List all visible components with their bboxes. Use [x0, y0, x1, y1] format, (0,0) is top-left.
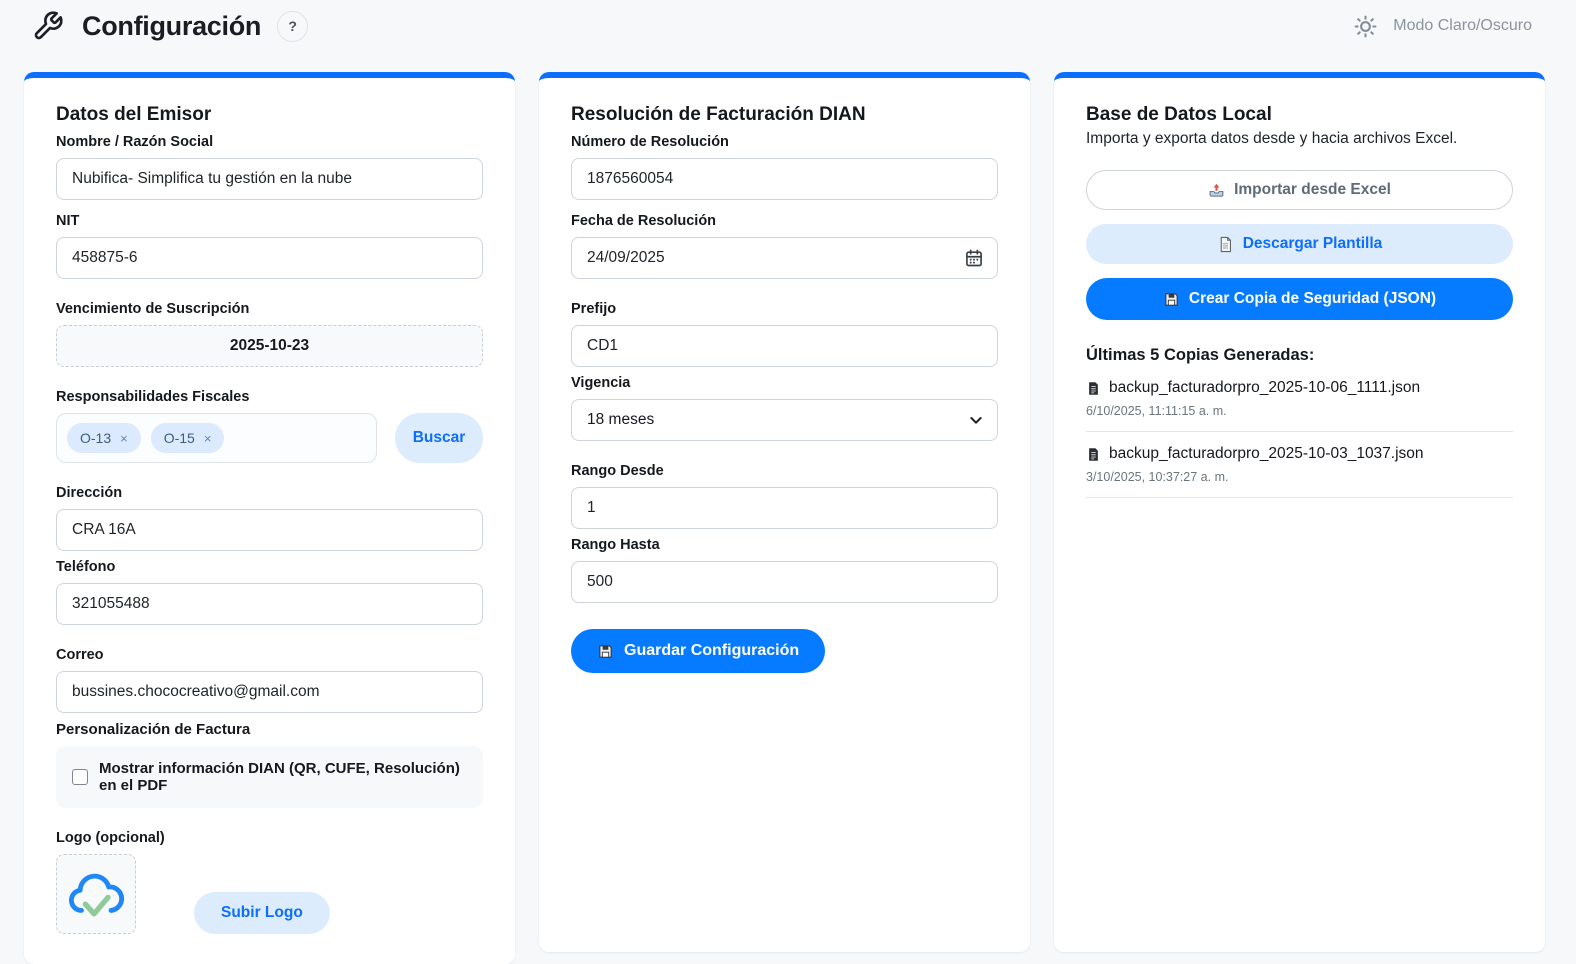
fiscal-chip: O-15 × [151, 423, 225, 453]
backup-filename: backup_facturadorpro_2025-10-03_1037.jso… [1109, 445, 1424, 463]
resolution-date-input[interactable] [571, 237, 998, 279]
subscription-label: Vencimiento de Suscripción [56, 301, 483, 317]
download-template-label: Descargar Plantilla [1243, 235, 1383, 253]
resolution-number-input[interactable] [571, 158, 998, 200]
dian-info-checkbox-label: Mostrar información DIAN (QR, CUFE, Reso… [99, 760, 467, 794]
cards-row: Datos del Emisor Nombre / Razón Social N… [24, 72, 1576, 964]
configuration-page: Configuración ? Modo Claro/Oscuro Datos … [0, 0, 1576, 964]
import-excel-button[interactable]: Importar desde Excel [1086, 170, 1513, 210]
backup-filename: backup_facturadorpro_2025-10-06_1111.jso… [1109, 379, 1420, 397]
calendar-icon[interactable] [964, 248, 984, 268]
logo-label: Logo (opcional) [56, 830, 483, 846]
backup-timestamp: 3/10/2025, 10:37:27 a. m. [1086, 470, 1513, 484]
resolution-card-title: Resolución de Facturación DIAN [571, 104, 998, 126]
nit-input[interactable] [56, 237, 483, 279]
validity-label: Vigencia [571, 375, 998, 391]
dian-info-checkbox-row: Mostrar información DIAN (QR, CUFE, Reso… [56, 746, 483, 808]
invoice-customization-title: Personalización de Factura [56, 721, 483, 738]
chip-remove-icon[interactable]: × [120, 431, 128, 446]
logo-dropzone[interactable] [56, 854, 136, 934]
fiscal-responsibilities-label: Responsabilidades Fiscales [56, 389, 483, 405]
theme-toggle-label: Modo Claro/Oscuro [1393, 17, 1532, 35]
search-fiscal-button[interactable]: Buscar [395, 413, 483, 463]
resolution-number-label: Número de Resolución [571, 134, 998, 150]
upload-logo-button[interactable]: Subir Logo [194, 892, 330, 934]
database-card-title: Base de Datos Local [1086, 104, 1513, 126]
backup-file-icon [1086, 447, 1101, 462]
email-input[interactable] [56, 671, 483, 713]
email-label: Correo [56, 647, 483, 663]
download-template-button[interactable]: Descargar Plantilla [1086, 224, 1513, 264]
range-from-label: Rango Desde [571, 463, 998, 479]
fiscal-row: O-13 × O-15 × Buscar [56, 413, 483, 463]
backup-timestamp: 6/10/2025, 11:11:15 a. m. [1086, 404, 1513, 418]
nit-label: NIT [56, 213, 483, 229]
theme-toggle[interactable]: Modo Claro/Oscuro [1353, 14, 1532, 39]
logo-row: Subir Logo [56, 854, 483, 934]
save-configuration-button[interactable]: Guardar Configuración [571, 629, 825, 673]
backup-file-icon [1086, 381, 1101, 396]
dian-info-checkbox[interactable] [72, 769, 88, 785]
validity-selected-value: 18 meses [587, 411, 654, 429]
save-floppy-icon [597, 643, 614, 660]
emitter-card: Datos del Emisor Nombre / Razón Social N… [24, 72, 515, 964]
wrench-icon [32, 10, 64, 42]
document-icon [1217, 236, 1234, 253]
resolution-card: Resolución de Facturación DIAN Número de… [539, 72, 1030, 952]
page-header: Configuración ? Modo Claro/Oscuro [24, 0, 1576, 48]
chip-remove-icon[interactable]: × [204, 431, 212, 446]
help-button[interactable]: ? [277, 11, 308, 42]
resolution-date-field [571, 237, 998, 279]
backup-filename-row: backup_facturadorpro_2025-10-03_1037.jso… [1086, 445, 1513, 463]
backup-list-item: backup_facturadorpro_2025-10-06_1111.jso… [1086, 379, 1513, 432]
database-card-subtitle: Importa y exporta datos desde y hacia ar… [1086, 130, 1513, 148]
create-backup-label: Crear Copia de Seguridad (JSON) [1189, 290, 1436, 308]
backups-heading: Últimas 5 Copias Generadas: [1086, 346, 1513, 365]
save-configuration-label: Guardar Configuración [624, 642, 799, 660]
emitter-card-title: Datos del Emisor [56, 104, 483, 126]
import-excel-label: Importar desde Excel [1234, 181, 1391, 199]
subscription-expiry-value: 2025-10-23 [56, 325, 483, 367]
resolution-date-label: Fecha de Resolución [571, 213, 998, 229]
range-to-input[interactable] [571, 561, 998, 603]
range-from-input[interactable] [571, 487, 998, 529]
backup-list-item: backup_facturadorpro_2025-10-03_1037.jso… [1086, 445, 1513, 498]
fiscal-responsibilities-field[interactable]: O-13 × O-15 × [56, 413, 377, 463]
save-floppy-icon [1163, 291, 1180, 308]
business-name-input[interactable] [56, 158, 483, 200]
cloud-check-logo [64, 865, 128, 923]
chevron-down-icon [968, 412, 984, 428]
page-title: Configuración [82, 11, 261, 42]
fiscal-chip: O-13 × [67, 423, 141, 453]
sun-icon [1353, 14, 1378, 39]
fiscal-chip-label: O-15 [164, 430, 195, 446]
database-card: Base de Datos Local Importa y exporta da… [1054, 72, 1545, 952]
prefix-label: Prefijo [571, 301, 998, 317]
backup-filename-row: backup_facturadorpro_2025-10-06_1111.jso… [1086, 379, 1513, 397]
business-name-label: Nombre / Razón Social [56, 134, 483, 150]
export-tray-icon [1208, 182, 1225, 199]
prefix-input[interactable] [571, 325, 998, 367]
address-input[interactable] [56, 509, 483, 551]
phone-label: Teléfono [56, 559, 483, 575]
address-label: Dirección [56, 485, 483, 501]
fiscal-chip-label: O-13 [80, 430, 111, 446]
range-to-label: Rango Hasta [571, 537, 998, 553]
validity-select[interactable]: 18 meses [571, 399, 998, 441]
phone-input[interactable] [56, 583, 483, 625]
create-backup-button[interactable]: Crear Copia de Seguridad (JSON) [1086, 278, 1513, 320]
